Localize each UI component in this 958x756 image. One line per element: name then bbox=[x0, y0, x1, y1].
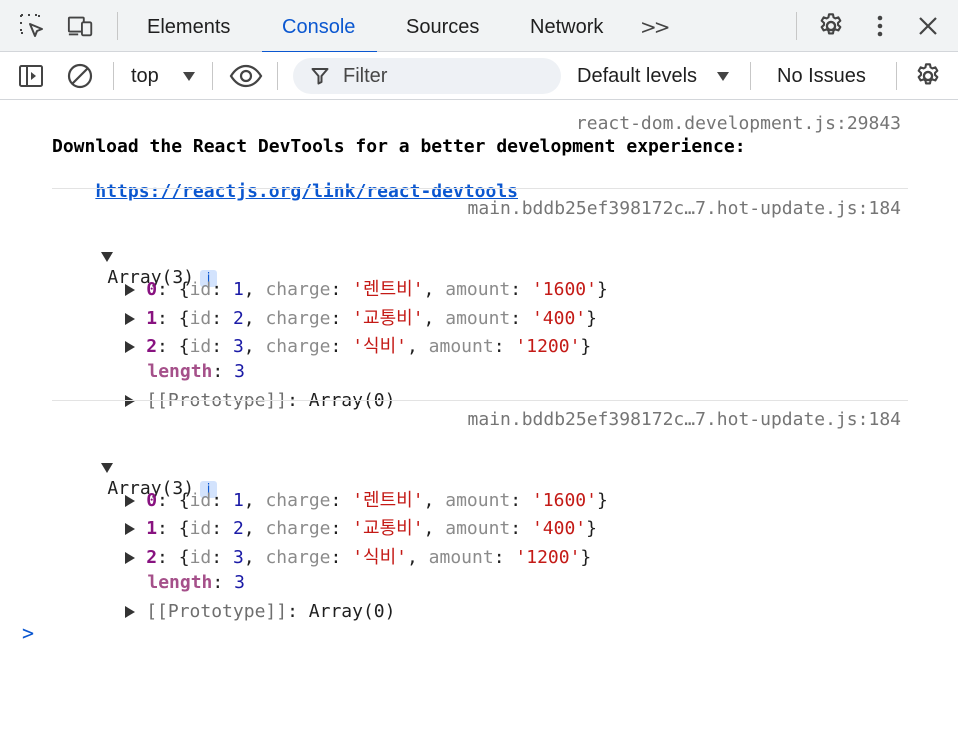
tab-elements[interactable]: Elements bbox=[147, 0, 230, 52]
issues-counter[interactable]: No Issues bbox=[777, 52, 866, 100]
tab-network[interactable]: Network bbox=[530, 0, 603, 52]
divider bbox=[212, 62, 213, 90]
message-divider bbox=[52, 188, 908, 189]
more-options-kebab-icon[interactable] bbox=[866, 12, 894, 40]
show-sidebar-icon[interactable] bbox=[17, 62, 45, 90]
tab-console[interactable]: Console bbox=[261, 0, 378, 53]
filter-placeholder: Filter bbox=[343, 65, 388, 87]
levels-dropdown-caret-icon[interactable] bbox=[713, 62, 733, 90]
message-divider bbox=[52, 400, 908, 401]
devtools-message-text: Download the React DevTools for a better… bbox=[52, 136, 746, 157]
filter-input[interactable]: Filter bbox=[293, 58, 561, 94]
divider bbox=[113, 62, 114, 90]
log-levels-dropdown[interactable]: Default levels bbox=[577, 52, 697, 100]
context-selector-label: top bbox=[131, 65, 159, 87]
message-source-link[interactable]: react-dom.development.js:29843 bbox=[576, 113, 901, 134]
prop-key: amount bbox=[428, 336, 494, 357]
divider bbox=[896, 62, 897, 90]
log-levels-label: Default levels bbox=[577, 65, 698, 87]
context-selector[interactable]: top bbox=[131, 52, 159, 100]
collapsed-triangle-icon[interactable] bbox=[125, 606, 136, 618]
clear-console-icon[interactable] bbox=[66, 62, 94, 90]
message-source-link[interactable]: main.bddb25ef398172c…7.hot-update.js:184 bbox=[468, 409, 901, 430]
tab-sources[interactable]: Sources bbox=[406, 0, 479, 52]
divider bbox=[117, 12, 118, 40]
devtools-link-text[interactable]: https://reactjs.org/link/react-devtools bbox=[95, 181, 518, 202]
divider bbox=[796, 12, 797, 40]
prop-key: charge bbox=[265, 336, 331, 357]
divider bbox=[750, 62, 751, 90]
device-toolbar-icon[interactable] bbox=[67, 12, 95, 40]
context-dropdown-caret-icon[interactable] bbox=[175, 62, 203, 90]
devtools-tabbar: Elements Console Sources Network >> bbox=[0, 0, 958, 53]
amount-value: '1200' bbox=[515, 336, 581, 357]
live-expression-eye-icon[interactable] bbox=[229, 62, 263, 90]
prop-key: charge bbox=[265, 547, 331, 568]
charge-value: '식비' bbox=[352, 336, 407, 357]
more-tabs-chevron-icon[interactable]: >> bbox=[640, 0, 670, 52]
divider bbox=[277, 62, 278, 90]
console-toolbar: top Filter Default levels No Issues bbox=[0, 52, 958, 100]
inspect-element-icon[interactable] bbox=[18, 12, 46, 40]
charge-value: '식비' bbox=[352, 547, 407, 568]
filter-funnel-icon bbox=[311, 67, 329, 90]
collapsed-triangle-icon[interactable] bbox=[125, 395, 136, 407]
close-icon[interactable] bbox=[914, 12, 942, 40]
console-settings-gear-icon[interactable] bbox=[914, 62, 942, 90]
message-source-link[interactable]: main.bddb25ef398172c…7.hot-update.js:184 bbox=[468, 198, 901, 219]
settings-gear-icon[interactable] bbox=[817, 12, 845, 40]
prop-key: amount bbox=[428, 547, 494, 568]
console-prompt-chevron-icon[interactable]: > bbox=[22, 621, 34, 645]
issues-label: No Issues bbox=[777, 65, 866, 87]
amount-value: '1200' bbox=[515, 547, 581, 568]
devtools-link[interactable]: https://reactjs.org/link/react-devtools bbox=[52, 160, 518, 223]
console-input[interactable] bbox=[44, 618, 904, 646]
